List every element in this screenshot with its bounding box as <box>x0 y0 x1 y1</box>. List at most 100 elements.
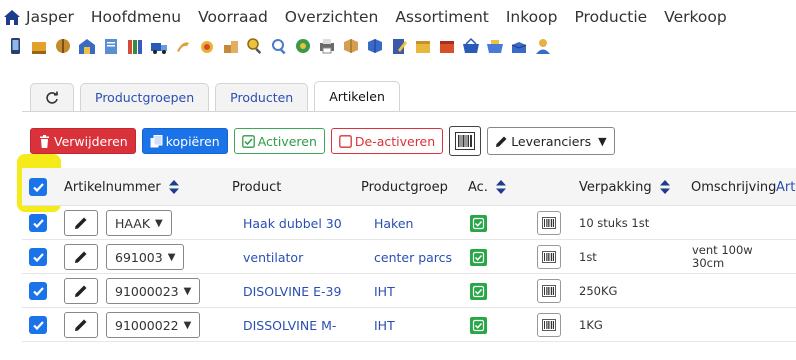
check-icon <box>472 319 485 331</box>
check-icon <box>32 286 44 296</box>
header-active[interactable]: Ac. <box>468 168 506 206</box>
package-icon[interactable] <box>342 37 360 55</box>
copy-button[interactable]: kopiëren <box>141 128 228 154</box>
row-checkbox[interactable] <box>29 214 47 232</box>
boxes-icon[interactable] <box>222 37 240 55</box>
menu-item-assortiment[interactable]: Assortiment <box>395 8 489 26</box>
article-number: 91000022 <box>115 317 179 333</box>
select-all-checkbox[interactable] <box>29 178 47 196</box>
header-packaging[interactable]: Verpakking <box>579 168 670 206</box>
barcode-button[interactable] <box>537 313 561 337</box>
basket-blue-icon[interactable] <box>486 37 504 55</box>
packaging: 10 stuks 1st <box>579 216 650 230</box>
order-icon[interactable] <box>198 37 216 55</box>
document-icon[interactable] <box>102 37 120 55</box>
paint-icon[interactable] <box>174 37 192 55</box>
action-bar: Verwijderen kopiëren Activeren De-active… <box>30 126 621 156</box>
printer-icon[interactable] <box>318 37 336 55</box>
menu-item-overzichten[interactable]: Overzichten <box>285 8 379 26</box>
product-group-link[interactable]: Haken <box>374 206 413 240</box>
active-indicator[interactable] <box>470 316 487 334</box>
tools-icon[interactable] <box>54 37 72 55</box>
menu-item-jasper[interactable]: Jasper <box>4 8 74 26</box>
edit-button[interactable] <box>64 210 98 236</box>
truck-icon[interactable] <box>150 37 168 55</box>
product-group-link[interactable]: IHT <box>374 308 395 342</box>
header-product[interactable]: Product <box>232 168 281 206</box>
article-dropdown[interactable]: HAAK ▼ <box>106 210 172 236</box>
packaging: 250KG <box>579 284 618 298</box>
barcode-button[interactable] <box>537 279 561 303</box>
books-icon[interactable] <box>126 37 144 55</box>
sort-icon <box>495 180 506 194</box>
deactivate-button-label: De-activeren <box>354 133 436 149</box>
barcode-button[interactable] <box>537 245 561 269</box>
tab-productgroepen[interactable]: Productgroepen <box>80 83 210 111</box>
recycle-icon[interactable] <box>294 37 312 55</box>
check-icon <box>472 285 485 297</box>
row-checkbox[interactable] <box>29 248 47 266</box>
suppliers-dropdown[interactable]: Leveranciers ▼ <box>487 127 615 155</box>
edit-button[interactable] <box>64 278 98 304</box>
box-yellow-icon[interactable] <box>414 37 432 55</box>
menu-item-voorraad[interactable]: Voorraad <box>198 8 268 26</box>
active-indicator[interactable] <box>470 248 487 266</box>
delete-button[interactable]: Verwijderen <box>30 128 136 154</box>
box-red-icon[interactable] <box>438 37 456 55</box>
package-blue-icon[interactable] <box>366 37 384 55</box>
active-indicator[interactable] <box>470 214 487 232</box>
warehouse-icon[interactable] <box>78 37 96 55</box>
tab-artikelen[interactable]: Artikelen <box>314 81 400 111</box>
trash-icon <box>40 134 49 148</box>
mobile-icon[interactable] <box>6 37 24 55</box>
active-indicator[interactable] <box>470 282 487 300</box>
product-link[interactable]: Haak dubbel 30 <box>243 206 348 240</box>
menu-item-verkoop[interactable]: Verkoop <box>664 8 727 26</box>
article-dropdown[interactable]: 91000022 ▼ <box>106 312 201 338</box>
search-list-icon[interactable] <box>270 37 288 55</box>
copy-button-label: kopiëren <box>165 133 220 149</box>
menu-item-inkoop[interactable]: Inkoop <box>506 8 558 26</box>
description <box>692 308 772 342</box>
user-icon[interactable] <box>534 37 552 55</box>
header-article-number[interactable]: Artikelnummer <box>64 168 179 206</box>
caret-down-icon: ▼ <box>183 285 192 297</box>
refresh-icon <box>46 90 59 104</box>
deactivate-button[interactable]: De-activeren <box>330 128 444 154</box>
tab-refresh[interactable] <box>30 83 74 111</box>
document-edit-icon[interactable] <box>390 37 408 55</box>
product-group-link[interactable]: center parcs <box>374 240 452 274</box>
activate-button[interactable]: Activeren <box>233 128 325 154</box>
row-checkbox[interactable] <box>29 316 47 334</box>
product-link[interactable]: DISSOLVINE M- <box>243 308 348 342</box>
row-checkbox[interactable] <box>29 282 47 300</box>
product-link[interactable]: DISOLVINE E-39 <box>243 274 348 308</box>
edit-button[interactable] <box>64 244 98 270</box>
article-dropdown[interactable]: 91000023 ▼ <box>106 278 201 304</box>
menu-item-productie[interactable]: Productie <box>574 8 647 26</box>
edit-button[interactable] <box>64 312 98 338</box>
check-icon <box>472 251 485 263</box>
barcode-icon <box>542 217 556 229</box>
menu-item-hoofdmenu[interactable]: Hoofdmenu <box>91 8 181 26</box>
barcode-button[interactable] <box>537 211 561 235</box>
product-group-link[interactable]: IHT <box>374 274 395 308</box>
search-icon[interactable] <box>246 37 264 55</box>
barcode-icon <box>542 319 556 331</box>
pencil-icon <box>75 251 87 263</box>
caret-down-icon: ▼ <box>598 134 607 148</box>
header-overflow[interactable]: Art <box>776 168 795 206</box>
header-description[interactable]: Omschrijving <box>691 168 776 206</box>
basket-icon[interactable] <box>462 37 480 55</box>
header-product-group-label: Productgroep <box>361 179 448 195</box>
product-link[interactable]: ventilator <box>243 240 348 274</box>
article-dropdown[interactable]: 691003 ▼ <box>106 244 185 270</box>
header-product-group[interactable]: Productgroep <box>361 168 448 206</box>
box-open-icon[interactable] <box>510 37 528 55</box>
activate-button-label: Activeren <box>257 133 317 149</box>
pallet-icon[interactable] <box>30 37 48 55</box>
table-row: HAAK ▼ Haak dubbel 30 Haken 10 stuks 1st <box>22 206 796 240</box>
barcode-button[interactable] <box>449 126 482 156</box>
check-icon <box>32 320 44 330</box>
tab-producten[interactable]: Producten <box>215 83 309 111</box>
